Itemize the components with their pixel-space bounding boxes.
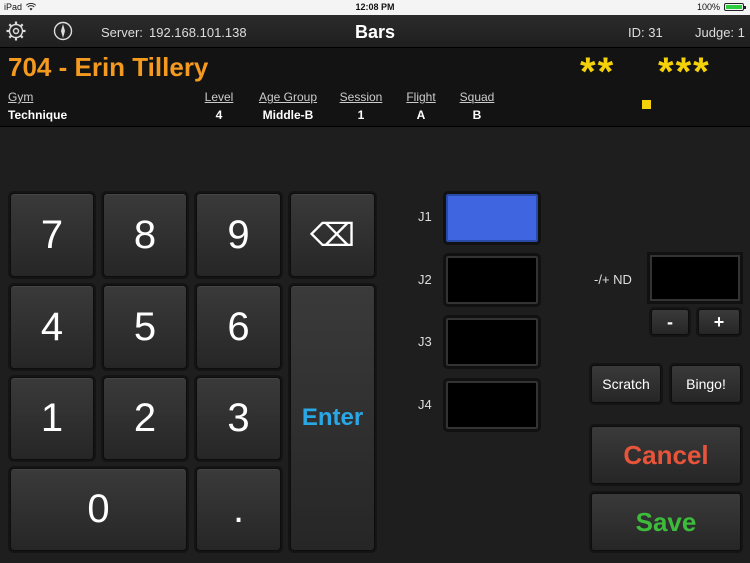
flight-header: Flight: [406, 90, 436, 104]
judge-3-label: J3: [418, 334, 432, 349]
judge-4-label: J4: [418, 397, 432, 412]
bingo-button[interactable]: Bingo!: [671, 365, 741, 403]
key-0[interactable]: 0: [10, 468, 187, 551]
scratch-button[interactable]: Scratch: [591, 365, 661, 403]
athlete-header: 704 - Erin Tillery ** *** Gym Technique …: [0, 48, 750, 127]
backspace-button[interactable]: ⌫: [290, 193, 375, 277]
gym-value: Technique: [8, 108, 68, 122]
key-2[interactable]: 2: [103, 377, 187, 460]
backspace-icon: ⌫: [309, 217, 356, 253]
squad-value: B: [472, 108, 482, 122]
scoring-panel: 7 8 9 ⌫ 4 5 6 Enter 1 2 3 0 . J1 J2 J3 J…: [0, 127, 750, 563]
key-8[interactable]: 8: [103, 193, 187, 277]
save-button[interactable]: Save: [591, 493, 741, 551]
enter-button[interactable]: Enter: [290, 285, 375, 551]
nd-label: -/+ ND: [594, 272, 632, 287]
athlete-name: 704 - Erin Tillery: [8, 52, 209, 82]
status-time: 12:08 PM: [355, 2, 395, 12]
key-decimal[interactable]: .: [196, 468, 281, 551]
nd-plus-button[interactable]: +: [698, 309, 740, 335]
key-4[interactable]: 4: [10, 285, 94, 369]
key-3[interactable]: 3: [196, 377, 281, 460]
squad-column: Squad B: [460, 90, 495, 122]
judge-2-score[interactable]: [443, 253, 541, 307]
age-group-column: Age Group Middle-B: [259, 90, 317, 122]
age-group-value: Middle-B: [262, 108, 314, 122]
level-value: 4: [215, 108, 223, 122]
flight-column: Flight A: [406, 90, 435, 122]
key-1[interactable]: 1: [10, 377, 94, 460]
judge-4-score[interactable]: [443, 378, 541, 432]
judge-label: Judge: 1: [695, 25, 745, 40]
battery-fill: [726, 5, 742, 9]
session-header: Session: [339, 90, 383, 104]
session-column: Session 1: [340, 90, 383, 122]
judge-3-score[interactable]: [443, 315, 541, 369]
squad-header: Squad: [459, 90, 495, 104]
session-value: 1: [357, 108, 365, 122]
judge-2-label: J2: [418, 272, 432, 287]
server-label: Server:: [101, 25, 143, 40]
key-5[interactable]: 5: [103, 285, 187, 369]
top-toolbar: Server: 192.168.101.138 Bars ID: 31 Judg…: [0, 15, 750, 48]
gym-header: Gym: [8, 90, 34, 104]
cancel-button[interactable]: Cancel: [591, 426, 741, 484]
key-9[interactable]: 9: [196, 193, 281, 277]
level-header: Level: [204, 90, 234, 104]
judge-1-score[interactable]: [443, 191, 541, 245]
status-bar: iPad 12:08 PM 100%: [0, 0, 750, 15]
nd-score[interactable]: [647, 252, 743, 304]
level-column: Level 4: [205, 90, 234, 122]
key-7[interactable]: 7: [10, 193, 94, 277]
age-group-header: Age Group: [258, 90, 318, 104]
indicator-dot: [642, 100, 651, 109]
gym-column: Gym Technique: [8, 90, 67, 122]
flight-value: A: [416, 108, 426, 122]
judge-1-label: J1: [418, 209, 432, 224]
id-label: ID: 31: [628, 25, 663, 40]
key-6[interactable]: 6: [196, 285, 281, 369]
compass-icon[interactable]: [53, 21, 73, 41]
gear-icon[interactable]: [6, 21, 26, 41]
server-address: 192.168.101.138: [149, 25, 247, 40]
stars-left: **: [580, 50, 616, 94]
event-title: Bars: [354, 22, 396, 42]
stars-right: ***: [658, 50, 711, 94]
nd-minus-button[interactable]: -: [651, 309, 689, 335]
battery-percent: 100%: [696, 2, 720, 12]
battery-icon: [724, 3, 746, 11]
